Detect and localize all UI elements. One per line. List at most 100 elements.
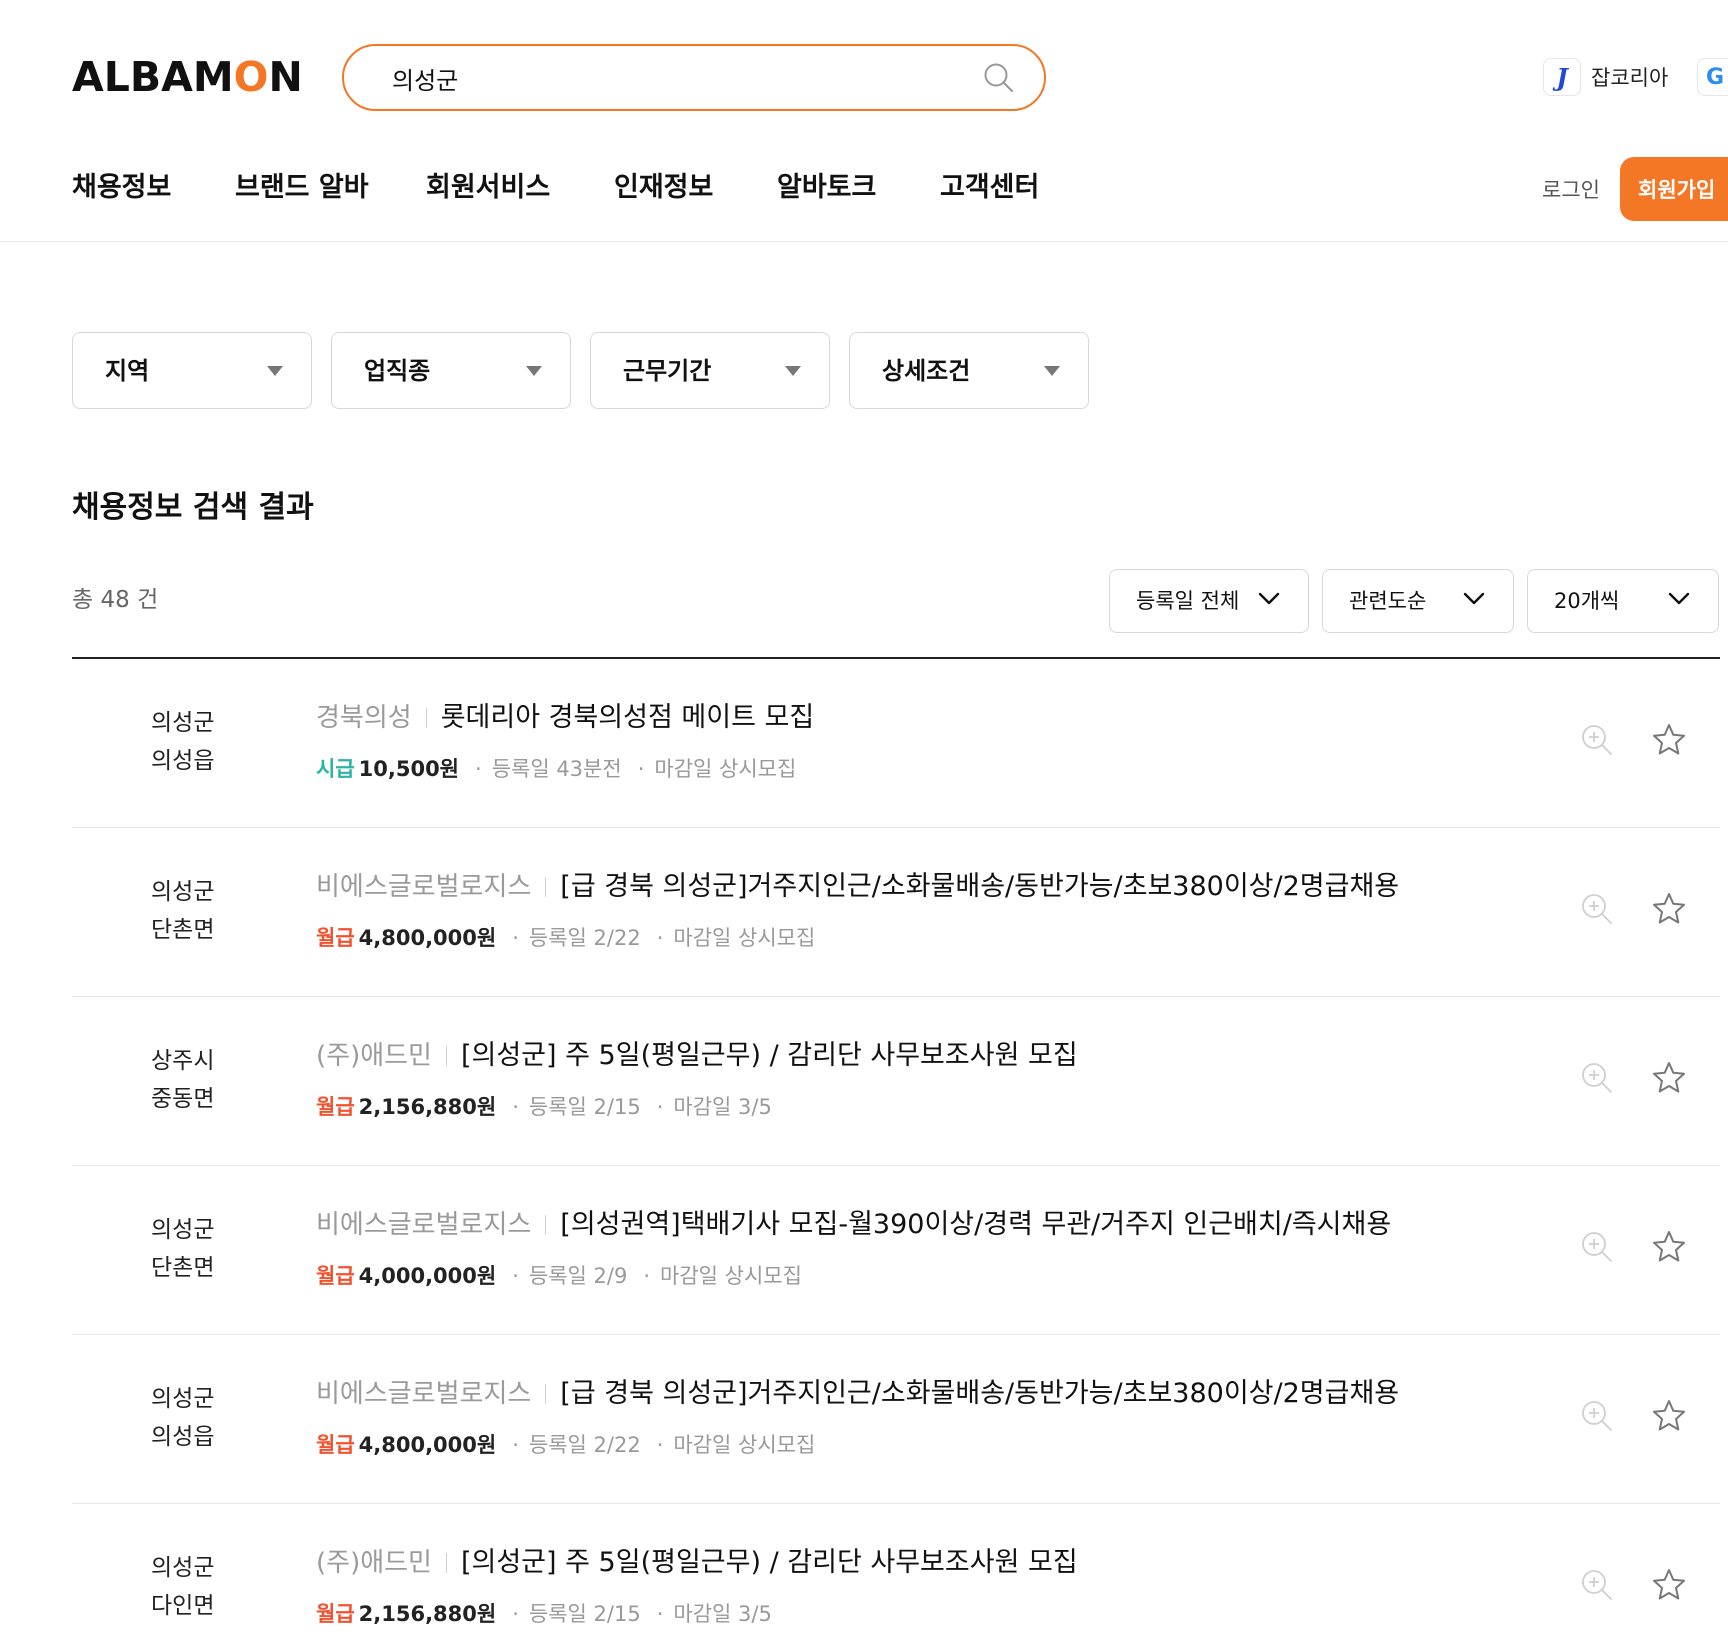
- job-row[interactable]: 상주시 중동면 (주)애드민 [의성군] 주 5일(평일근무) / 감리단 사무보조…: [72, 997, 1720, 1166]
- caret-down-icon: [267, 366, 283, 376]
- jobkorea-icon: J: [1543, 58, 1581, 96]
- filter-label: 근무기간: [623, 357, 712, 385]
- star-icon[interactable]: [1651, 891, 1687, 927]
- job-title[interactable]: 롯데리아 경북의성점 메이트 모집: [441, 702, 815, 733]
- pay-amount: 2,156,880원: [358, 1095, 497, 1119]
- company-name[interactable]: 경북의성: [316, 703, 412, 733]
- chevron-down-icon: [1258, 592, 1280, 605]
- signup-button[interactable]: 회원가입: [1620, 157, 1728, 221]
- zoom-in-icon[interactable]: [1580, 892, 1614, 926]
- pay-amount: 4,800,000원: [358, 926, 497, 950]
- filter-label: 업직종: [364, 357, 431, 385]
- partner-g-icon[interactable]: G: [1697, 58, 1728, 96]
- results-title: 채용정보 검색 결과: [72, 490, 314, 525]
- star-icon[interactable]: [1651, 722, 1687, 758]
- separator: [425, 708, 427, 728]
- zoom-in-icon[interactable]: [1580, 1399, 1614, 1433]
- registered-date: 등록일 2/9: [528, 1264, 628, 1288]
- separator: [445, 1553, 447, 1573]
- jobkorea-link[interactable]: J 잡코리아: [1543, 58, 1668, 96]
- job-meta: 월급 2,156,880원 · 등록일 2/15 · 마감일 3/5: [316, 1095, 772, 1119]
- registered-date: 등록일 2/15: [528, 1095, 641, 1119]
- job-title[interactable]: [의성권역]택배기사 모집-월390이상/경력 무관/거주지 인근배치/즉시채용: [560, 1209, 1391, 1240]
- search-input[interactable]: [392, 60, 952, 96]
- caret-down-icon: [526, 366, 542, 376]
- star-icon[interactable]: [1651, 1398, 1687, 1434]
- job-meta: 시급 10,500원 · 등록일 43분전 · 마감일 상시모집: [316, 757, 797, 781]
- login-link[interactable]: 로그인: [1542, 175, 1600, 205]
- job-title[interactable]: [의성군] 주 5일(평일근무) / 감리단 사무보조사원 모집: [461, 1547, 1078, 1578]
- filter-bar: 지역 업직종 근무기간 상세조건: [72, 332, 1108, 409]
- deadline: 마감일 3/5: [673, 1095, 772, 1119]
- chevron-down-icon: [1463, 592, 1485, 605]
- company-name[interactable]: 비에스글로벌로지스: [316, 1210, 531, 1240]
- job-meta: 월급 4,800,000원 · 등록일 2/22 · 마감일 상시모집: [316, 926, 816, 950]
- filter-region[interactable]: 지역: [72, 332, 312, 409]
- star-icon[interactable]: [1651, 1060, 1687, 1096]
- filter-details[interactable]: 상세조건: [849, 332, 1089, 409]
- nav-item-member[interactable]: 회원서비스: [426, 168, 614, 208]
- company-name[interactable]: (주)애드민: [316, 1041, 432, 1071]
- separator: [545, 877, 547, 897]
- job-location: 의성군 다인면: [151, 1555, 215, 1619]
- job-location: 의성군 단촌면: [151, 879, 215, 943]
- job-row[interactable]: 의성군 단촌면 비에스글로벌로지스 [급 경북 의성군]거주지인근/소화물배송/동반…: [72, 828, 1720, 997]
- pay-type: 시급: [316, 757, 355, 781]
- search-box[interactable]: [342, 44, 1046, 111]
- job-location: 의성군 의성읍: [151, 1386, 215, 1450]
- separator: [545, 1384, 547, 1404]
- separator: [445, 1046, 447, 1066]
- albamon-logo[interactable]: ALBAMON: [72, 52, 303, 102]
- caret-down-icon: [1044, 366, 1060, 376]
- job-location: 의성군 단촌면: [151, 1217, 215, 1281]
- company-name[interactable]: (주)애드민: [316, 1548, 432, 1578]
- nav-item-albatalk[interactable]: 알바토크: [777, 168, 940, 208]
- pay-amount: 2,156,880원: [358, 1602, 497, 1626]
- pay-type: 월급: [316, 1602, 355, 1626]
- separator: [545, 1215, 547, 1235]
- job-meta: 월급 4,800,000원 · 등록일 2/22 · 마감일 상시모집: [316, 1433, 816, 1457]
- sort-order-select[interactable]: 관련도순: [1322, 569, 1514, 633]
- pay-amount: 4,800,000원: [358, 1433, 497, 1457]
- chevron-down-icon: [1668, 592, 1690, 605]
- job-row[interactable]: 의성군 단촌면 비에스글로벌로지스 [의성권역]택배기사 모집-월390이상/경력 …: [72, 1166, 1720, 1335]
- jobkorea-label: 잡코리아: [1591, 66, 1669, 90]
- pay-amount: 4,000,000원: [358, 1264, 497, 1288]
- job-row[interactable]: 의성군 다인면 (주)애드민 [의성군] 주 5일(평일근무) / 감리단 사무보조…: [72, 1504, 1720, 1642]
- pay-type: 월급: [316, 1433, 355, 1457]
- zoom-in-icon[interactable]: [1580, 1568, 1614, 1602]
- pay-type: 월급: [316, 1264, 355, 1288]
- results-count: 48: [100, 587, 130, 613]
- company-name[interactable]: 비에스글로벌로지스: [316, 872, 531, 902]
- sort-date-select[interactable]: 등록일 전체: [1109, 569, 1309, 633]
- zoom-in-icon[interactable]: [1580, 723, 1614, 757]
- job-meta: 월급 4,000,000원 · 등록일 2/9 · 마감일 상시모집: [316, 1264, 802, 1288]
- job-title[interactable]: [의성군] 주 5일(평일근무) / 감리단 사무보조사원 모집: [461, 1040, 1078, 1071]
- search-icon[interactable]: [982, 61, 1016, 95]
- registered-date: 등록일 2/15: [528, 1602, 641, 1626]
- zoom-in-icon[interactable]: [1580, 1061, 1614, 1095]
- pay-type: 월급: [316, 926, 355, 950]
- star-icon[interactable]: [1651, 1567, 1687, 1603]
- job-location: 상주시 중동면: [151, 1048, 215, 1112]
- nav-item-jobs[interactable]: 채용정보: [72, 168, 235, 208]
- filter-period[interactable]: 근무기간: [590, 332, 830, 409]
- job-location: 의성군 의성읍: [151, 710, 215, 774]
- filter-job-type[interactable]: 업직종: [331, 332, 571, 409]
- job-title[interactable]: [급 경북 의성군]거주지인근/소화물배송/동반가능/초보380이상/2명급채용: [560, 871, 1399, 902]
- job-meta: 월급 2,156,880원 · 등록일 2/15 · 마감일 3/5: [316, 1602, 772, 1626]
- zoom-in-icon[interactable]: [1580, 1230, 1614, 1264]
- deadline: 마감일 상시모집: [654, 757, 797, 781]
- star-icon[interactable]: [1651, 1229, 1687, 1265]
- nav-item-brand[interactable]: 브랜드 알바: [235, 168, 426, 208]
- job-title[interactable]: [급 경북 의성군]거주지인근/소화물배송/동반가능/초보380이상/2명급채용: [560, 1378, 1399, 1409]
- page-size-select[interactable]: 20개씩: [1527, 569, 1719, 633]
- job-row[interactable]: 의성군 의성읍 경북의성 롯데리아 경북의성점 메이트 모집 시급 10,500원 · 등…: [72, 659, 1720, 828]
- filter-label: 상세조건: [882, 357, 971, 385]
- pay-type: 월급: [316, 1095, 355, 1119]
- nav-item-support[interactable]: 고객센터: [940, 168, 1080, 208]
- job-row[interactable]: 의성군 의성읍 비에스글로벌로지스 [급 경북 의성군]거주지인근/소화물배송/동반…: [72, 1335, 1720, 1504]
- deadline: 마감일 상시모집: [673, 926, 816, 950]
- company-name[interactable]: 비에스글로벌로지스: [316, 1379, 531, 1409]
- nav-item-talent[interactable]: 인재정보: [614, 168, 777, 208]
